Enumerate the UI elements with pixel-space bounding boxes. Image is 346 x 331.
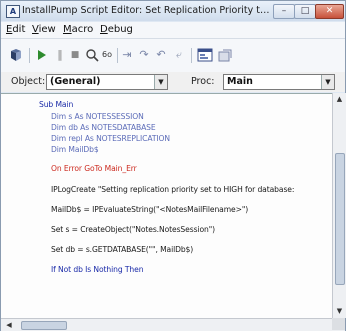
step-over-icon[interactable]: ↷ — [137, 48, 151, 62]
scroll-up-icon[interactable]: ▲ — [333, 93, 346, 106]
object-label: Object: — [11, 76, 46, 87]
toolbar: ‖ ■ 6o ⇥ ↷ ↶ ⤶ — [1, 38, 345, 72]
menu-bar: Edit View Macro Debug — [1, 22, 345, 38]
code-line[interactable]: Set s = CreateObject("Notes.NotesSession… — [51, 225, 215, 234]
code-editor[interactable]: Sub Main Dim s As NOTESSESSION Dim db As… — [1, 93, 332, 319]
dialog-editor-icon[interactable] — [197, 48, 213, 62]
vertical-scroll-thumb[interactable] — [335, 153, 345, 285]
code-line[interactable]: Dim MailDb$ — [51, 145, 99, 154]
code-line[interactable]: On Error GoTo Main_Err — [51, 164, 137, 173]
step-into-icon[interactable]: ⇥ — [122, 48, 132, 62]
step-out-icon[interactable]: ↶ — [154, 48, 168, 62]
proc-dropdown[interactable]: Main ▼ — [223, 74, 335, 90]
code-line[interactable]: Sub Main — [39, 100, 73, 109]
app-icon: A — [6, 5, 20, 18]
code-line[interactable]: If Not db Is Nothing Then — [51, 265, 144, 274]
code-line[interactable]: IPLogCreate "Setting replication priorit… — [51, 185, 294, 194]
vertical-scrollbar[interactable]: ▲ ▼ — [332, 93, 346, 318]
code-line[interactable]: Dim s As NOTESSESSION — [51, 112, 144, 121]
watch-icon[interactable] — [85, 48, 99, 62]
menu-macro[interactable]: Macro — [63, 24, 93, 35]
selector-row: Object: (General) ▼ Proc: Main ▼ — [1, 72, 345, 92]
menu-edit[interactable]: Edit — [6, 24, 25, 35]
pause-icon[interactable]: ‖ — [55, 48, 65, 62]
menu-view[interactable]: View — [32, 24, 56, 35]
title-bar[interactable]: A InstallPump Script Editor: Set Replica… — [1, 1, 345, 21]
close-button[interactable]: ✕ — [315, 4, 344, 19]
scroll-corner — [332, 318, 345, 330]
chevron-down-icon[interactable]: ▼ — [321, 75, 334, 89]
code-line[interactable]: Dim repl As NOTESREPLICATION — [51, 134, 170, 143]
horizontal-scroll-thumb[interactable] — [21, 321, 67, 330]
minimize-button[interactable]: – — [273, 4, 295, 19]
scroll-left-icon[interactable]: ◀ — [3, 319, 15, 331]
code-line[interactable]: MailDb$ = IPEvaluateString("<NotesMailFi… — [51, 205, 248, 214]
compile-icon[interactable] — [8, 47, 24, 63]
horizontal-scrollbar[interactable]: ◀ 24 — [1, 318, 345, 331]
editor-window: A InstallPump Script Editor: Set Replica… — [0, 0, 346, 331]
code-line[interactable]: Dim db As NOTESDATABASE — [51, 123, 156, 132]
step-back-icon[interactable]: ⤶ — [172, 48, 186, 62]
maximize-button[interactable]: □ — [294, 4, 316, 19]
references-icon[interactable] — [218, 48, 232, 62]
proc-label: Proc: — [191, 76, 215, 87]
run-icon[interactable] — [37, 49, 47, 61]
scroll-down-icon[interactable]: ▼ — [333, 305, 346, 318]
step-icon[interactable]: 6o — [101, 48, 113, 62]
window-title: InstallPump Script Editor: Set Replicati… — [22, 5, 270, 16]
chevron-down-icon[interactable]: ▼ — [154, 75, 167, 89]
menu-debug[interactable]: Debug — [100, 24, 133, 35]
code-line[interactable]: Set db = s.GETDATABASE("", MailDb$) — [51, 245, 193, 254]
proc-value: Main — [227, 76, 253, 87]
object-dropdown[interactable]: (General) ▼ — [46, 74, 168, 90]
object-value: (General) — [50, 76, 101, 87]
stop-icon[interactable]: ■ — [70, 48, 80, 62]
